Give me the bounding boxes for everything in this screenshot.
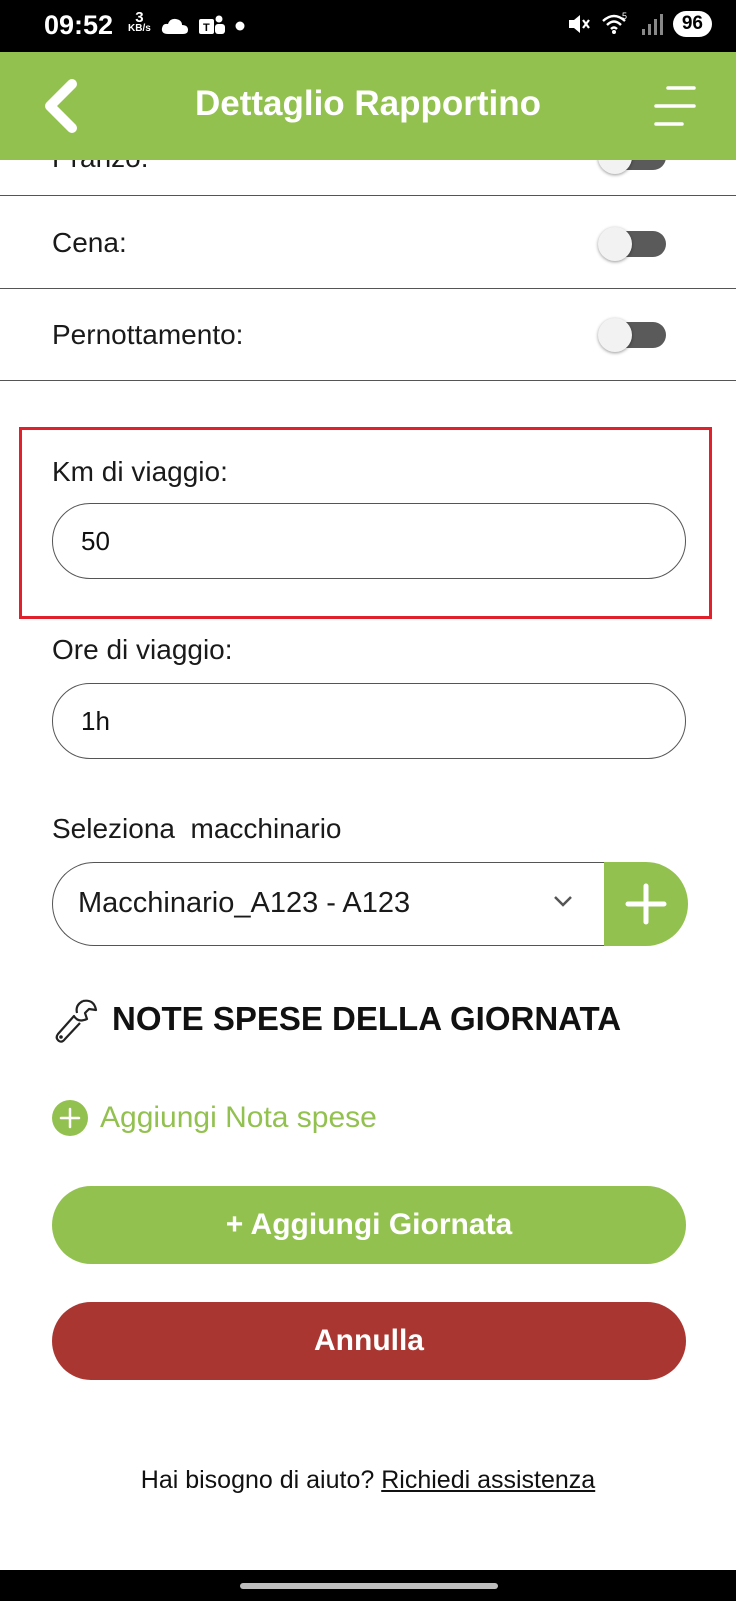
dot-icon	[235, 21, 245, 31]
mute-icon	[568, 15, 590, 33]
toggle-knob	[598, 318, 632, 352]
ore-label: Ore di viaggio:	[52, 634, 233, 665]
add-machinery-button[interactable]	[604, 862, 688, 946]
machinery-select-group: Macchinario_A123 - A123	[52, 862, 688, 946]
machinery-selected-value: Macchinario_A123 - A123	[78, 887, 411, 919]
plus-icon	[625, 883, 667, 925]
chevron-down-icon	[554, 896, 572, 907]
battery-icon: 96	[672, 11, 712, 37]
system-nav-bar	[0, 1570, 736, 1601]
toggle-row-cena: Cena:	[0, 196, 736, 289]
network-speed-value: 3	[135, 9, 144, 26]
page-title: Dettaglio Rapportino	[194, 84, 542, 123]
status-notification-icons: T	[160, 14, 246, 38]
signal-icon	[641, 14, 663, 35]
help-text: Hai bisogno di aiuto? Richiedi assistenz…	[0, 1466, 736, 1495]
status-system-icons: 5 96	[565, 11, 712, 37]
km-label: Km di viaggio:	[52, 456, 228, 487]
machinery-label: Seleziona macchinario	[52, 813, 342, 844]
app-header: Dettaglio Rapportino	[0, 52, 736, 160]
toggle-label: Cena:	[52, 227, 127, 258]
add-day-button[interactable]: + Aggiungi Giornata	[52, 1186, 686, 1264]
svg-text:5: 5	[622, 11, 627, 21]
network-speed-unit: KB/s	[128, 23, 151, 34]
cancel-button[interactable]: Annulla	[52, 1302, 686, 1380]
wifi-icon: 5	[602, 11, 627, 34]
km-input[interactable]	[52, 503, 686, 579]
request-assistance-link[interactable]: Richiedi assistenza	[381, 1466, 595, 1494]
toggle-row-pernottamento: Pernottamento:	[0, 289, 736, 381]
network-speed: 3 KB/s	[128, 9, 151, 34]
ore-input[interactable]	[52, 683, 686, 759]
menu-button[interactable]	[654, 84, 696, 128]
expenses-title: NOTE SPESE DELLA GIORNATA	[112, 1000, 622, 1037]
toggle-knob	[598, 227, 632, 261]
teams-icon: T	[199, 15, 225, 34]
status-bar: 09:52 3 KB/s T 5 96	[0, 0, 736, 52]
add-expense-note-button[interactable]: Aggiungi Nota spese	[52, 1100, 377, 1136]
machinery-select[interactable]: Macchinario_A123 - A123	[52, 862, 604, 946]
add-expense-note-label: Aggiungi Nota spese	[100, 1101, 377, 1134]
svg-text:T: T	[203, 22, 210, 34]
cloud-icon	[161, 18, 188, 34]
home-gesture-handle[interactable]	[240, 1583, 498, 1589]
add-circle-icon	[52, 1100, 88, 1136]
status-time: 09:52	[44, 10, 114, 40]
wrench-icon	[55, 999, 98, 1043]
hamburger-icon	[654, 86, 696, 126]
pernottamento-toggle[interactable]	[598, 318, 666, 352]
help-question: Hai bisogno di aiuto?	[140, 1466, 382, 1494]
toggle-label: Pernottamento:	[52, 319, 244, 350]
cena-toggle[interactable]	[598, 227, 666, 261]
